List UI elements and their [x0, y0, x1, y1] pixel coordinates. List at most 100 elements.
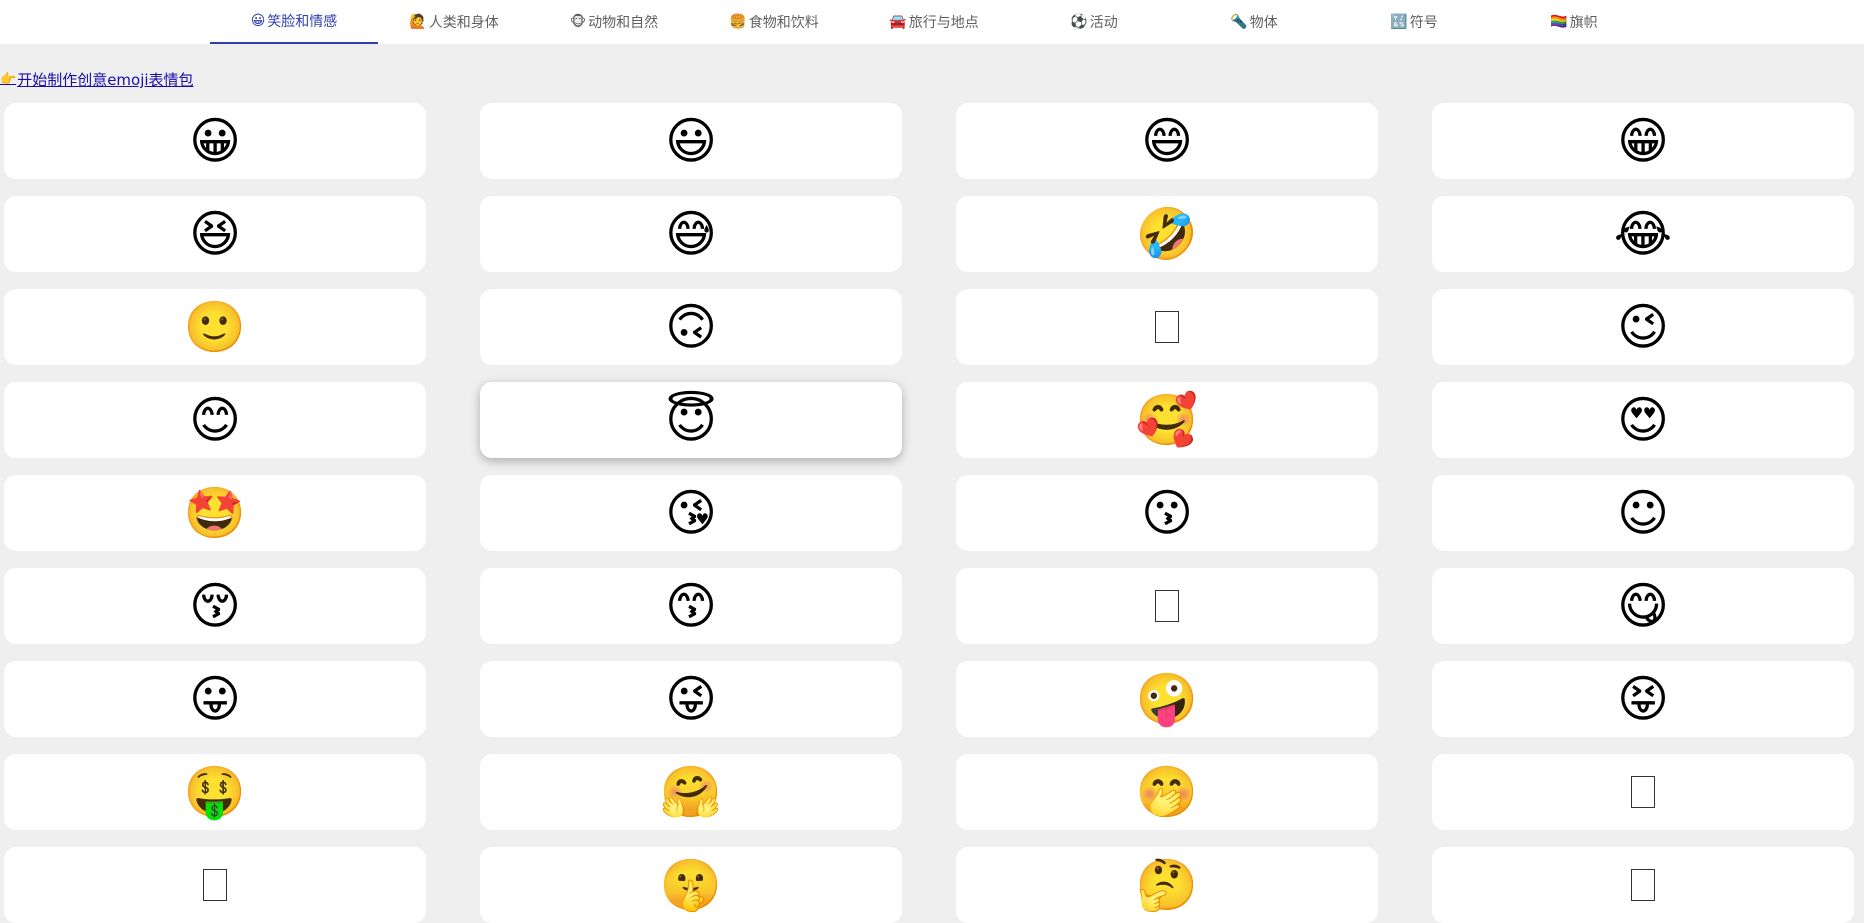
kissing-face-icon: 😗 — [1140, 484, 1194, 542]
squinting-face-tongue-icon: 😝 — [1616, 670, 1670, 728]
money-mouth-face-icon: 🤑 — [183, 763, 247, 821]
grinning-face-sweat-icon: 😅 — [664, 205, 718, 263]
smiling-face-icon: ☺ — [1616, 484, 1670, 542]
tab-3[interactable]: 🍔 食物和饮料 — [690, 0, 858, 44]
grinning-face-smiling-eyes-icon: 😄 — [1140, 112, 1194, 170]
emoji-card[interactable]: 😛 — [4, 661, 426, 737]
emoji-card[interactable]: 😆 — [4, 196, 426, 272]
rolling-on-floor-laughing-icon: 🤣 — [1135, 205, 1199, 263]
missing-glyph-icon — [1155, 590, 1179, 622]
tab-label: 符号 — [1409, 15, 1438, 31]
face-hand-over-mouth-icon: 🤭 — [1135, 763, 1199, 821]
star-struck-icon: 🤩 — [183, 484, 247, 542]
emoji-card[interactable]: 😝 — [1432, 661, 1854, 737]
tab-5[interactable]: ⚽ 活动 — [1010, 0, 1178, 44]
start-creating-emoji-link-label: 开始制作创意emoji表情包 — [17, 71, 194, 89]
emoji-card[interactable] — [1432, 754, 1854, 830]
soccer-ball-icon: ⚽ — [1070, 14, 1088, 30]
shushing-face-icon: 🤫 — [659, 856, 723, 914]
emoji-grid: 😀 😃 😄 😁 😆 😅 🤣 😂 🙂 🙃 😉 😊 😇 🥰 😍 🤩 😘 😗 ☺ 😚 😙 😋 😛 😜 🤪 😝 🤑 🤗 🤭 🤫 🤔 — [4, 103, 1854, 923]
smiling-face-halo-icon: 😇 — [664, 391, 718, 449]
emoji-card[interactable]: 😄 — [956, 103, 1378, 179]
emoji-card[interactable] — [956, 289, 1378, 365]
tab-2[interactable]: 🐵 动物和自然 — [530, 0, 698, 44]
winking-face-tongue-icon: 😜 — [664, 670, 718, 728]
slightly-smiling-face-icon: 🙂 — [183, 298, 247, 356]
zany-face-icon: 🤪 — [1135, 670, 1199, 728]
thinking-face-icon: 🤔 — [1135, 856, 1199, 914]
emoji-card[interactable]: ☺ — [1432, 475, 1854, 551]
emoji-card[interactable]: 🥰 — [956, 382, 1378, 458]
rainbow-flag-icon: 🏳️‍🌈 — [1550, 14, 1568, 30]
missing-glyph-icon — [1631, 776, 1655, 808]
car-icon: 🚘 — [889, 14, 907, 30]
emoji-card[interactable]: 🤫 — [480, 847, 902, 923]
emoji-card[interactable]: 🤔 — [956, 847, 1378, 923]
upside-down-face-icon: 🙃 — [664, 298, 718, 356]
beaming-face-icon: 😁 — [1616, 112, 1670, 170]
emoji-card[interactable]: 🤣 — [956, 196, 1378, 272]
kissing-face-closed-eyes-icon: 😚 — [188, 577, 242, 635]
tab-1[interactable]: 🙋 人类和身体 — [370, 0, 538, 44]
grinning-squinting-face-icon: 😆 — [188, 205, 242, 263]
burger-icon: 🍔 — [729, 14, 747, 30]
emoji-card[interactable]: 🤗 — [480, 754, 902, 830]
emoji-card[interactable]: 😃 — [480, 103, 902, 179]
emoji-card[interactable]: 🤪 — [956, 661, 1378, 737]
tab-label: 旗帜 — [1569, 15, 1598, 31]
grinning-face-big-eyes-icon: 😃 — [664, 112, 718, 170]
tab-label: 笑脸和情感 — [267, 14, 338, 30]
tab-7[interactable]: 🔣 符号 — [1330, 0, 1498, 44]
emoji-card[interactable]: 🙃 — [480, 289, 902, 365]
missing-glyph-icon — [1631, 869, 1655, 901]
emoji-card[interactable] — [4, 847, 426, 923]
start-creating-emoji-link[interactable]: 👉 开始制作创意emoji表情包 — [0, 69, 194, 90]
emoji-card[interactable]: 😁 — [1432, 103, 1854, 179]
emoji-card[interactable]: 😉 — [1432, 289, 1854, 365]
emoji-card[interactable]: 😇 — [480, 382, 902, 458]
emoji-card[interactable]: 😂 — [1432, 196, 1854, 272]
tab-label: 活动 — [1089, 15, 1118, 31]
emoji-card[interactable]: 🤭 — [956, 754, 1378, 830]
emoji-card[interactable] — [1432, 847, 1854, 923]
tab-label: 物体 — [1249, 15, 1278, 31]
emoji-card[interactable] — [956, 568, 1378, 644]
face-blowing-kiss-icon: 😘 — [664, 484, 718, 542]
emoji-card[interactable]: 😜 — [480, 661, 902, 737]
emoji-card[interactable]: 😘 — [480, 475, 902, 551]
face-savoring-food-icon: 😋 — [1616, 577, 1670, 635]
hugging-face-icon: 🤗 — [659, 763, 723, 821]
symbols-icon: 🔣 — [1390, 14, 1408, 30]
emoji-card[interactable]: 😚 — [4, 568, 426, 644]
emoji-card[interactable]: 🙂 — [4, 289, 426, 365]
flashlight-icon: 🔦 — [1230, 14, 1248, 30]
smiling-face-smiling-eyes-icon: 😊 — [188, 391, 242, 449]
tab-6[interactable]: 🔦 物体 — [1170, 0, 1338, 44]
emoji-card[interactable]: 😙 — [480, 568, 902, 644]
kissing-face-smiling-eyes-icon: 😙 — [664, 577, 718, 635]
missing-glyph-icon — [1155, 311, 1179, 343]
face-tears-of-joy-icon: 😂 — [1613, 205, 1673, 263]
emoji-card[interactable]: 😋 — [1432, 568, 1854, 644]
tab-label: 旅行与地点 — [908, 15, 979, 31]
winking-face-icon: 😉 — [1616, 298, 1670, 356]
smiling-face-hearts-icon: 🥰 — [1135, 391, 1199, 449]
missing-glyph-icon — [203, 869, 227, 901]
emoji-card[interactable]: 🤑 — [4, 754, 426, 830]
tab-label: 人类和身体 — [428, 15, 499, 31]
emoji-card[interactable]: 🤩 — [4, 475, 426, 551]
tab-0[interactable]: 😀 笑脸和情感 — [210, 0, 378, 44]
emoji-card[interactable]: 😅 — [480, 196, 902, 272]
emoji-card[interactable]: 😀 — [4, 103, 426, 179]
pointing-hand-icon: 👉 — [0, 72, 17, 87]
tab-label: 动物和自然 — [588, 15, 659, 31]
emoji-card[interactable]: 😍 — [1432, 382, 1854, 458]
tab-label: 食物和饮料 — [748, 15, 819, 31]
grinning-face-icon: 😀 — [188, 112, 242, 170]
tab-4[interactable]: 🚘 旅行与地点 — [850, 0, 1018, 44]
category-tab-bar: 😀 笑脸和情感 🙋 人类和身体 🐵 动物和自然 🍔 食物和饮料 🚘 旅行与地点 ⚽ 活动 🔦 物体 🔣 符号 🏳… — [0, 0, 1864, 44]
emoji-card[interactable]: 😊 — [4, 382, 426, 458]
emoji-card[interactable]: 😗 — [956, 475, 1378, 551]
face-with-tongue-icon: 😛 — [188, 670, 242, 728]
tab-8[interactable]: 🏳️‍🌈 旗帜 — [1490, 0, 1658, 44]
